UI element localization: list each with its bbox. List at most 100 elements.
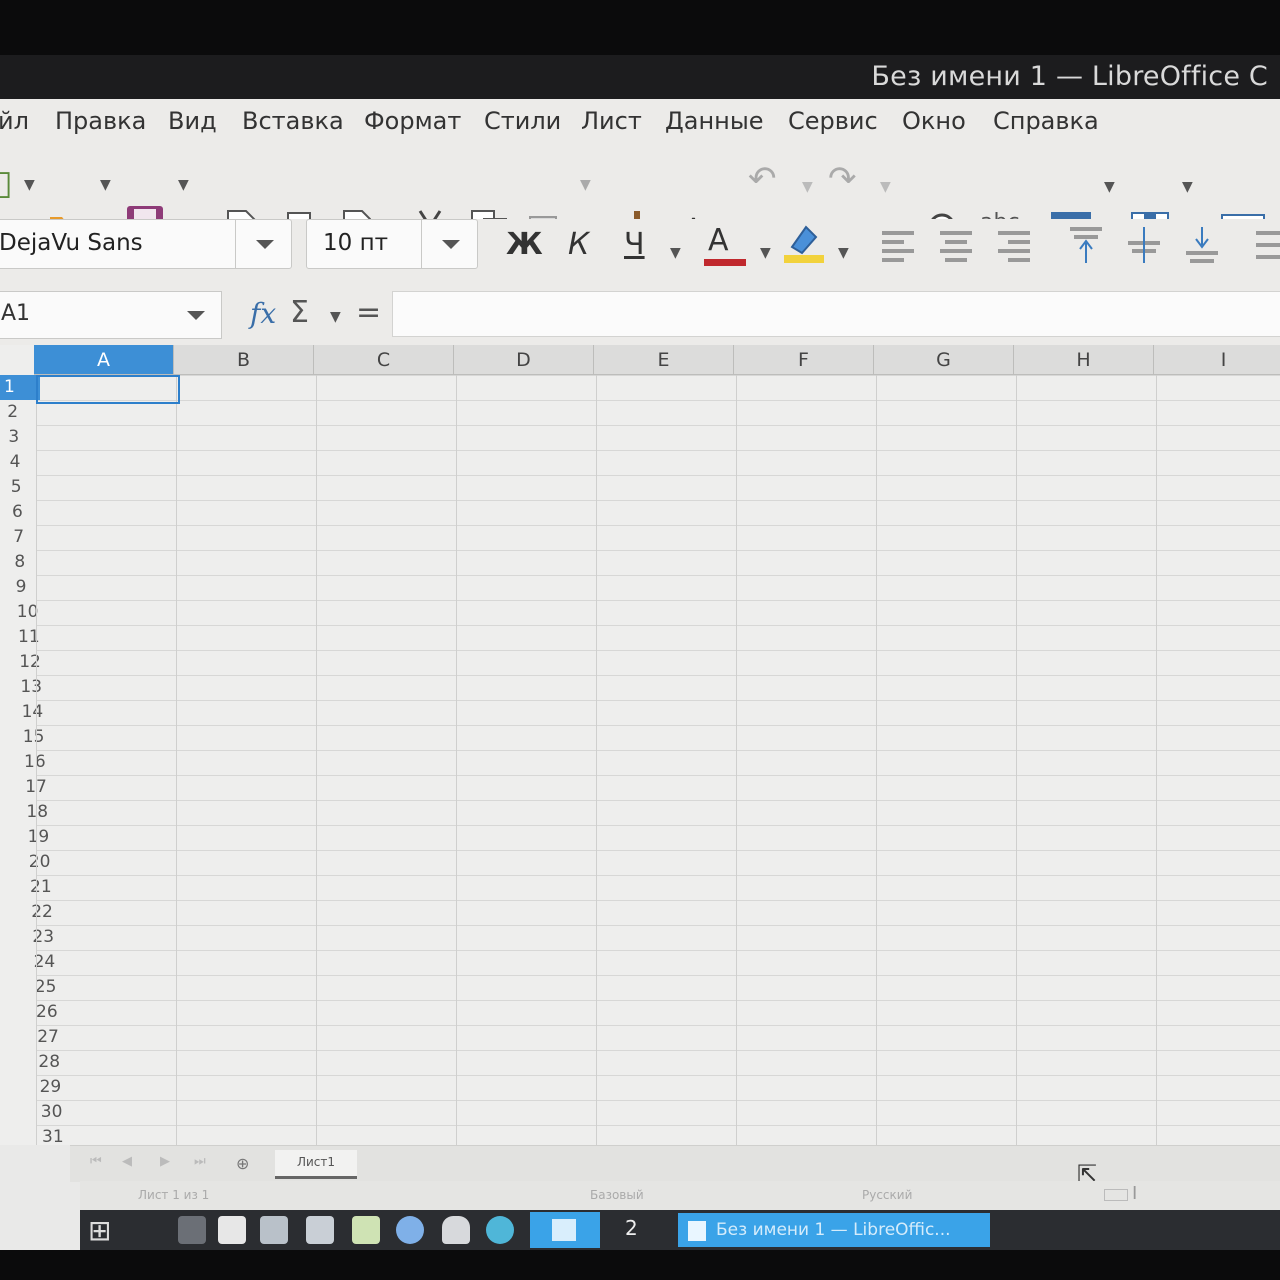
row-header-19[interactable]: 19 (0, 825, 50, 850)
underline-button[interactable]: Ч (624, 227, 645, 262)
undo-icon[interactable]: ↶ (748, 159, 777, 199)
menu-view[interactable]: Вид (168, 107, 217, 135)
formula-equals-icon[interactable]: = (356, 295, 381, 330)
menu-edit[interactable]: Правка (55, 107, 146, 135)
font-name-combo[interactable]: DejaVu Sans (0, 219, 292, 269)
column-header-d[interactable]: D (454, 345, 594, 375)
name-box-dropdown-arrow[interactable] (171, 292, 221, 338)
row-header-1[interactable]: 1 (0, 375, 40, 400)
row-header-30[interactable]: 30 (0, 1100, 63, 1125)
column-header-b[interactable]: B (174, 345, 314, 375)
prev-sheet-arrow-icon[interactable]: ◀ (122, 1154, 132, 1169)
row-header-11[interactable]: 11 (0, 625, 40, 650)
font-name-dropdown-arrow[interactable] (235, 220, 292, 268)
align-left-icon[interactable] (880, 227, 916, 263)
font-color-dropdown-arrow[interactable]: ▼ (760, 245, 771, 261)
paste-dropdown-arrow[interactable]: ▼ (580, 177, 591, 193)
open-dropdown-arrow[interactable]: ▼ (100, 177, 111, 193)
column-header-e[interactable]: E (594, 345, 734, 375)
italic-button[interactable]: К (568, 227, 589, 262)
column-header-g[interactable]: G (874, 345, 1014, 375)
sheet-tab[interactable]: Лист1 (275, 1150, 357, 1179)
font-color-button[interactable]: A (708, 223, 729, 258)
row-header-27[interactable]: 27 (0, 1025, 59, 1050)
row-header-29[interactable]: 29 (0, 1075, 62, 1100)
redo-dropdown-arrow[interactable]: ▼ (880, 179, 891, 195)
redo-icon[interactable]: ↷ (828, 159, 857, 199)
column-header-i[interactable]: I (1154, 345, 1280, 375)
column-header-h[interactable]: H (1014, 345, 1154, 375)
taskbar-files-icon[interactable] (260, 1216, 288, 1244)
menu-window[interactable]: Окно (902, 107, 966, 135)
row-header-22[interactable]: 22 (0, 900, 53, 925)
underline-dropdown-arrow[interactable]: ▼ (670, 245, 681, 261)
align-center-icon[interactable] (938, 227, 974, 263)
new-document-icon[interactable]: ▯ (0, 163, 13, 203)
row-header-17[interactable]: 17 (0, 775, 47, 800)
taskbar-terminal-icon[interactable] (218, 1216, 246, 1244)
taskbar-browser-icon[interactable] (396, 1216, 424, 1244)
column-dropdown-arrow[interactable]: ▼ (1182, 179, 1193, 195)
menu-insert[interactable]: Вставка (242, 107, 344, 135)
menu-file[interactable]: йл (0, 107, 29, 135)
taskbar-spreadsheet-icon[interactable] (352, 1216, 380, 1244)
row-header-6[interactable]: 6 (0, 500, 23, 525)
apps-menu-icon[interactable]: ⊞ (88, 1214, 111, 1247)
next-sheet-arrow-icon[interactable]: ▶ (160, 1154, 170, 1169)
row-header-3[interactable]: 3 (0, 425, 19, 450)
column-header-c[interactable]: C (314, 345, 454, 375)
font-size-dropdown-arrow[interactable] (421, 220, 478, 268)
menu-data[interactable]: Данные (665, 107, 764, 135)
center-vertically-icon[interactable] (1126, 225, 1162, 265)
taskbar-settings-icon[interactable] (486, 1216, 514, 1244)
column-header-f[interactable]: F (734, 345, 874, 375)
menu-tools[interactable]: Сервис (788, 107, 878, 135)
taskbar-active-window[interactable]: Без имени 1 — LibreOffic... (678, 1213, 990, 1247)
row-header-26[interactable]: 26 (0, 1000, 58, 1025)
new-dropdown-arrow[interactable]: ▼ (24, 177, 35, 193)
sum-icon[interactable]: Σ (290, 295, 309, 330)
row-header-25[interactable]: 25 (0, 975, 57, 1000)
row-header-31[interactable]: 31 (0, 1125, 64, 1145)
row-header-15[interactable]: 15 (0, 725, 45, 750)
row-header-21[interactable]: 21 (0, 875, 52, 900)
row-header-23[interactable]: 23 (0, 925, 54, 950)
font-size-combo[interactable]: 10 пт (306, 219, 478, 269)
wrap-text-icon[interactable] (1252, 227, 1280, 263)
sum-dropdown-arrow[interactable]: ▼ (330, 309, 341, 325)
spreadsheet-grid[interactable]: ABCDEFGHI 1 2 3 4 5 6 7 8 9 10 11 12 13 14 15 16 17 18 19 2… (0, 345, 1280, 1145)
row-header-7[interactable]: 7 (0, 525, 24, 550)
row-header-20[interactable]: 20 (0, 850, 51, 875)
row-header-2[interactable]: 2 (0, 400, 18, 425)
taskbar-app-icon[interactable] (442, 1216, 470, 1244)
row-header-12[interactable]: 12 (0, 650, 41, 675)
add-sheet-icon[interactable]: ⊕ (236, 1154, 249, 1173)
taskbar-show-desktop-icon[interactable] (178, 1216, 206, 1244)
row-header-10[interactable]: 10 (0, 600, 39, 625)
row-header-18[interactable]: 18 (0, 800, 48, 825)
row-header-24[interactable]: 24 (0, 950, 56, 975)
align-right-icon[interactable] (996, 227, 1032, 263)
menu-format[interactable]: Формат (364, 107, 461, 135)
highlight-dropdown-arrow[interactable]: ▼ (838, 245, 849, 261)
selection-mode-icon[interactable] (1104, 1189, 1128, 1201)
row-header-9[interactable]: 9 (0, 575, 27, 600)
row-header-8[interactable]: 8 (0, 550, 25, 575)
column-header-a[interactable]: A (34, 345, 174, 375)
row-header-4[interactable]: 4 (0, 450, 21, 475)
row-dropdown-arrow[interactable]: ▼ (1104, 179, 1115, 195)
row-header-5[interactable]: 5 (0, 475, 22, 500)
save-dropdown-arrow[interactable]: ▼ (178, 177, 189, 193)
taskbar-workspace-2[interactable]: 2 (625, 1216, 638, 1240)
formula-input[interactable] (392, 291, 1280, 337)
undo-dropdown-arrow[interactable]: ▼ (802, 179, 813, 195)
align-bottom-icon[interactable] (1184, 225, 1220, 265)
first-sheet-arrow-icon[interactable]: ⏮ (90, 1154, 102, 1169)
menu-sheet[interactable]: Лист (581, 107, 642, 135)
last-sheet-arrow-icon[interactable]: ⏭ (194, 1154, 206, 1169)
row-header-28[interactable]: 28 (0, 1050, 60, 1075)
menu-help[interactable]: Справка (993, 107, 1099, 135)
taskbar-document-icon[interactable] (306, 1216, 334, 1244)
highlight-color-icon[interactable] (782, 221, 826, 265)
taskbar-workspace-1[interactable] (530, 1212, 600, 1248)
